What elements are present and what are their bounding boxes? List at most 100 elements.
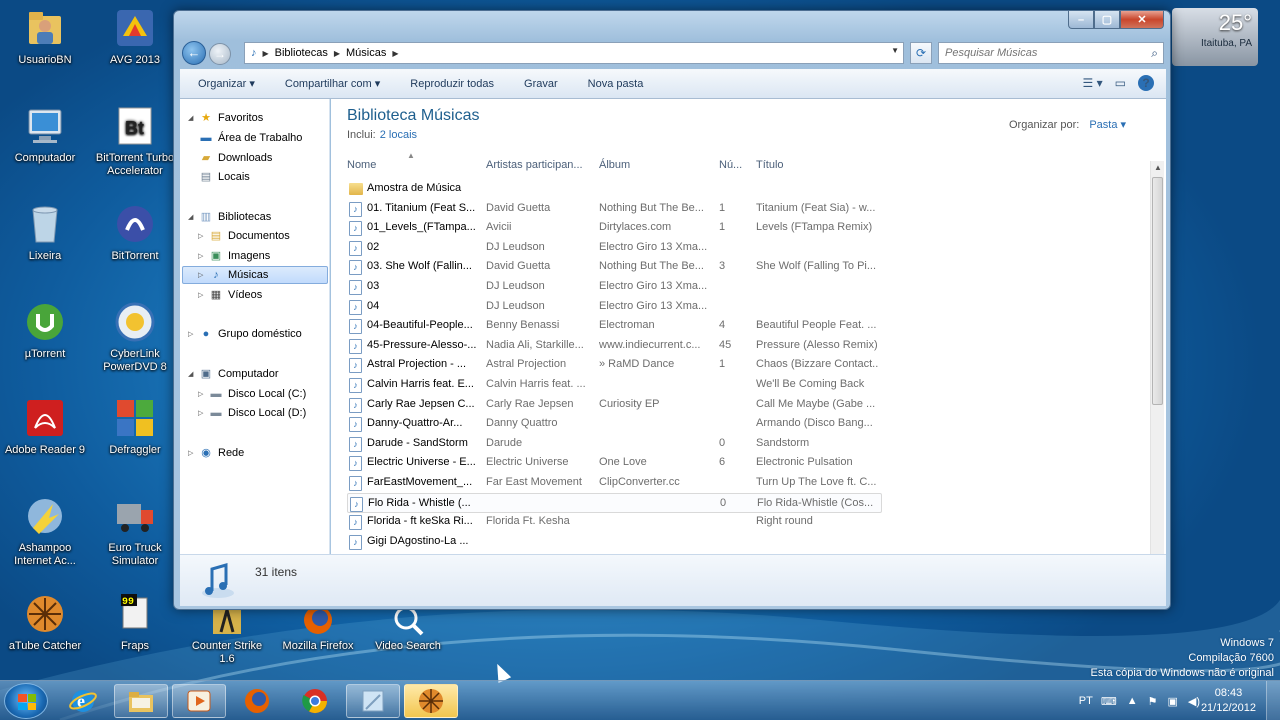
desktop-icon-computador[interactable]: Computador: [1, 104, 89, 165]
file-row[interactable]: ♪ 04-Beautiful-People... Benny Benassi Elec…: [347, 316, 882, 336]
library-locations-link[interactable]: 2 locais: [380, 129, 417, 141]
desktop-icon-lixeira[interactable]: Lixeira: [1, 202, 89, 263]
taskbar-firefox[interactable]: [230, 684, 284, 718]
new-folder-button[interactable]: Nova pasta: [587, 78, 645, 90]
taskbar-chrome[interactable]: [288, 684, 342, 718]
clock[interactable]: 08:43 21/12/2012: [1201, 686, 1256, 716]
search-box[interactable]: ⌕: [938, 42, 1164, 64]
desktop-icon-euro-truck[interactable]: Euro Truck Simulator: [91, 494, 179, 568]
taskbar-app[interactable]: [346, 684, 400, 718]
file-row[interactable]: ♪ Gigi DAgostino-La ...: [347, 532, 882, 552]
volume-icon[interactable]: ◀): [1188, 695, 1200, 708]
desktop-icon-usuario[interactable]: UsuarioBN: [1, 6, 89, 67]
file-row[interactable]: ♪ 04 DJ Leudson Electro Giro 13 Xma...: [347, 297, 882, 317]
file-row[interactable]: ♪ 03 DJ Leudson Electro Giro 13 Xma...: [347, 277, 882, 297]
share-button[interactable]: Compartilhar com ▾: [284, 77, 381, 90]
tree-videos[interactable]: ▷ ▦ Vídeos: [198, 286, 262, 304]
column-name[interactable]: Nome: [347, 159, 376, 171]
file-row[interactable]: ♪ 01. Titanium (Feat S... David Guetta Noth…: [347, 199, 882, 219]
show-desktop-button[interactable]: [1266, 681, 1280, 720]
collapse-icon[interactable]: ▷: [198, 252, 208, 260]
refresh-button[interactable]: ⟳: [910, 42, 932, 64]
vertical-scrollbar[interactable]: ▲ ▼: [1150, 161, 1164, 565]
keyboard-icon[interactable]: ⌨: [1101, 695, 1117, 708]
file-row[interactable]: ♪ Electric Universe - E... Electric Univer…: [347, 453, 882, 473]
show-hidden-icons-icon[interactable]: ▲: [1127, 695, 1138, 707]
tree-music[interactable]: ▷ ♪ Músicas: [182, 266, 328, 284]
expand-icon[interactable]: ◢: [188, 213, 198, 221]
file-row[interactable]: ♪ 03. She Wolf (Fallin... David Guetta Noth…: [347, 257, 882, 277]
view-options-icon[interactable]: ☰ ▾: [1083, 76, 1103, 90]
maximize-button[interactable]: ▢: [1094, 11, 1120, 29]
desktop-icon-firefox[interactable]: Mozilla Firefox: [274, 604, 362, 653]
desktop-icon-atube[interactable]: aTube Catcher: [1, 592, 89, 653]
tree-disk-c[interactable]: ▷ ▬ Disco Local (C:): [198, 385, 306, 403]
weather-gadget[interactable]: 25° Itaituba, PA: [1172, 8, 1258, 66]
desktop-icon-ashampoo[interactable]: Ashampoo Internet Ac...: [1, 494, 89, 568]
desktop-icon-avg[interactable]: AVG 2013: [91, 6, 179, 67]
taskbar-atube-catcher[interactable]: [404, 684, 458, 718]
file-row[interactable]: Amostra de Música: [347, 179, 882, 199]
collapse-icon[interactable]: ▷: [198, 271, 208, 279]
desktop-icon-bittorrent-turbo[interactable]: Bt BitTorrent Turbo Accelerator: [91, 104, 179, 178]
address-bar[interactable]: ♪ ▶ Bibliotecas ▶ Músicas ▶ ▼: [244, 42, 904, 64]
chevron-down-icon[interactable]: ▼: [891, 46, 899, 55]
column-title[interactable]: Título: [756, 159, 784, 171]
file-row[interactable]: ♪ Danny-Quattro-Ar... Danny Quattro Armando…: [347, 414, 882, 434]
search-icon[interactable]: ⌕: [1151, 46, 1158, 61]
desktop-icon-adobe[interactable]: Adobe Reader 9: [1, 396, 89, 457]
collapse-icon[interactable]: ▷: [188, 330, 198, 338]
column-number[interactable]: Nú...: [719, 159, 742, 171]
taskbar-media-player[interactable]: [172, 684, 226, 718]
desktop-icon-bittorrent[interactable]: BitTorrent: [91, 202, 179, 263]
collapse-icon[interactable]: ▷: [198, 390, 208, 398]
column-artist[interactable]: Artistas participan...: [486, 159, 583, 171]
tree-favorites[interactable]: ◢ ★ Favoritos: [188, 109, 263, 127]
tree-documents[interactable]: ▷ ▤ Documentos: [198, 227, 290, 245]
back-button[interactable]: ←: [182, 41, 206, 65]
taskbar-explorer[interactable]: [114, 684, 168, 718]
scroll-thumb[interactable]: [1152, 177, 1163, 405]
desktop-icon-counter-strike[interactable]: Counter Strike 1.6: [183, 604, 271, 666]
play-all-button[interactable]: Reproduzir todas: [409, 78, 495, 90]
collapse-icon[interactable]: ▷: [198, 232, 208, 240]
collapse-icon[interactable]: ▷: [198, 409, 208, 417]
search-input[interactable]: [945, 47, 1145, 59]
desktop-icon-utorrent[interactable]: µTorrent: [1, 300, 89, 361]
file-row[interactable]: ♪ Calvin Harris feat. E... Calvin Harris f…: [347, 375, 882, 395]
burn-button[interactable]: Gravar: [523, 78, 559, 90]
tree-downloads[interactable]: ▰ Downloads: [198, 149, 273, 167]
tree-places[interactable]: ▤ Locais: [198, 168, 250, 186]
language-indicator[interactable]: PT: [1079, 695, 1093, 707]
forward-button[interactable]: →: [209, 43, 231, 65]
file-row[interactable]: ♪ Flo Rida - Whistle (... 0 Flo Rida-Whistl…: [347, 492, 882, 513]
desktop-icon-video-search[interactable]: Video Search: [364, 604, 452, 653]
tree-libraries[interactable]: ◢ ▥ Bibliotecas: [188, 208, 271, 226]
tree-computer[interactable]: ◢ ▣ Computador: [188, 365, 279, 383]
action-center-icon[interactable]: ⚑: [1148, 695, 1158, 708]
file-row[interactable]: ♪ Darude - SandStorm Darude 0 Sandstorm: [347, 434, 882, 454]
file-row[interactable]: ♪ Florida - ft keSka Ri... Florida Ft. Kes…: [347, 512, 882, 532]
file-row[interactable]: ♪ Astral Projection - ... Astral Projectio…: [347, 355, 882, 375]
file-row[interactable]: ♪ Carly Rae Jepsen C... Carly Rae Jepsen Cu…: [347, 395, 882, 415]
network-icon[interactable]: ▣: [1167, 695, 1177, 708]
organize-button[interactable]: Organizar ▾: [197, 77, 256, 90]
scroll-up-icon[interactable]: ▲: [1151, 161, 1165, 175]
collapse-icon[interactable]: ▷: [188, 449, 198, 457]
taskbar-internet-explorer[interactable]: e: [56, 684, 110, 718]
close-button[interactable]: ✕: [1120, 11, 1164, 29]
file-row[interactable]: ♪ 02 DJ Leudson Electro Giro 13 Xma...: [347, 238, 882, 258]
tree-homegroup[interactable]: ▷ ● Grupo doméstico: [188, 325, 302, 343]
file-row[interactable]: ♪ FarEastMovement_... Far East Movement Cli…: [347, 473, 882, 493]
column-album[interactable]: Álbum: [599, 159, 630, 171]
file-row[interactable]: ♪ 01_Levels_(FTampa... Avicii Dirtylaces.co…: [347, 218, 882, 238]
breadcrumb-music[interactable]: Músicas: [346, 47, 386, 59]
minimize-button[interactable]: –: [1068, 11, 1094, 29]
tree-images[interactable]: ▷ ▣ Imagens: [198, 247, 270, 265]
tree-desktop[interactable]: ▬ Área de Trabalho: [198, 129, 303, 147]
expand-icon[interactable]: ◢: [188, 114, 198, 122]
desktop-icon-defraggler[interactable]: Defraggler: [91, 396, 179, 457]
tree-network[interactable]: ▷ ◉ Rede: [188, 444, 244, 462]
collapse-icon[interactable]: ▷: [198, 291, 208, 299]
desktop-icon-fraps[interactable]: 99 Fraps: [91, 592, 179, 653]
